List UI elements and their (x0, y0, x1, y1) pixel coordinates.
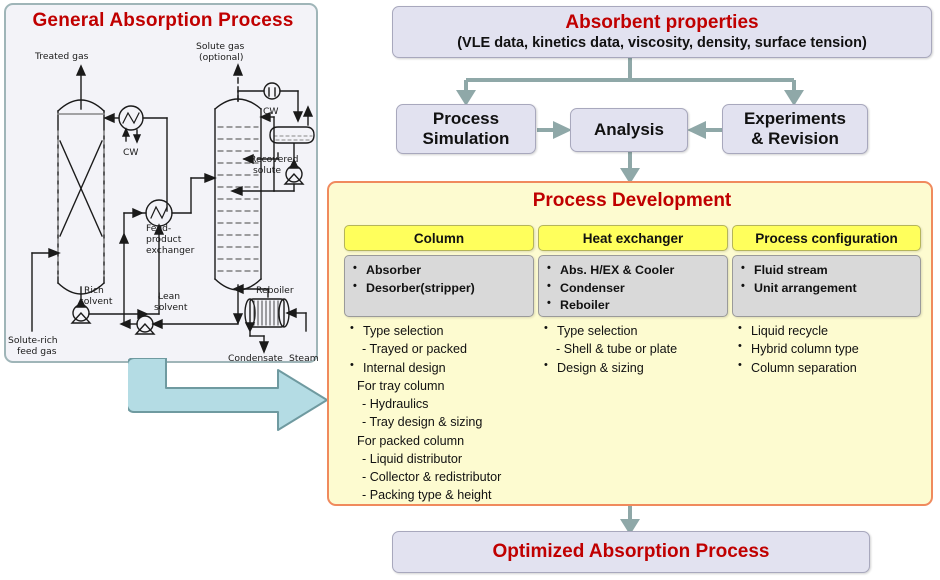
pfd-label-rich-solvent-2: solvent (79, 296, 113, 307)
pd-column-heat-exchanger: Heat exchanger Abs. H/EX & Cooler Conden… (538, 225, 728, 377)
pfd-label-recovered-solute-2: solute (253, 165, 281, 176)
pfd-label-lean-solvent-1: Lean (158, 291, 180, 302)
pfd-label-feed-gas-2: feed gas (17, 346, 57, 357)
general-absorption-process-panel: General Absorption Process Treated gas S… (4, 3, 319, 363)
pd-header-heat-exchanger[interactable]: Heat exchanger (538, 225, 728, 251)
absorbent-properties-title: Absorbent properties (565, 11, 759, 33)
pfd-label-solute-gas: Solute gas (196, 41, 244, 52)
process-simulation-line1: Process (432, 108, 500, 128)
list-item: Design & sizing (542, 357, 728, 377)
pfd-label-cw-left: CW (123, 147, 139, 158)
pd-items-process-configuration: Fluid stream Unit arrangement (732, 255, 921, 317)
pd-header-column[interactable]: Column (344, 225, 534, 251)
page-title: General Absorption Process (32, 10, 294, 31)
pd-column-process-configuration: Process configuration Fluid stream Unit … (732, 225, 921, 377)
pd-details-column: Type selection - Trayed or packed Intern… (344, 321, 534, 505)
absorbent-properties-box[interactable]: Absorbent properties (VLE data, kinetics… (392, 6, 932, 58)
process-simulation-line2: Simulation (422, 129, 510, 148)
pfd-label-treated-gas: Treated gas (34, 51, 89, 62)
list-item: - Packing type & height (362, 488, 492, 503)
pfd-label-solute-gas-optional: (optional) (199, 52, 243, 63)
list-item: - Trayed or packed (362, 342, 467, 357)
list-item: Unit arrangement (741, 279, 916, 298)
list-item: Internal design (348, 357, 534, 377)
left-to-process-development-arrow (128, 358, 328, 431)
process-development-title: Process Development (532, 190, 732, 211)
list-item: For tray column (357, 378, 445, 393)
list-item: - Collector & redistributor (362, 470, 502, 484)
optimized-title: Optimized Absorption Process (492, 541, 770, 563)
list-item: - Tray design & sizing (362, 415, 483, 430)
list-item: Absorber (353, 261, 529, 280)
experiments-revision-box[interactable]: Experiments & Revision (722, 104, 868, 154)
list-item: - Liquid distributor (362, 451, 463, 466)
pd-column-column: Column Absorber Desorber(stripper) Type … (344, 225, 534, 505)
pfd-label-feed-gas-1: Solute-rich (8, 335, 58, 346)
pd-items-heat-exchanger: Abs. H/EX & Cooler Condenser Reboiler (538, 255, 728, 317)
analysis-box[interactable]: Analysis (570, 108, 688, 152)
pfd-label-cw-right: CW (263, 106, 279, 117)
list-item: Fluid stream (741, 261, 916, 280)
list-item: Condenser (547, 279, 723, 298)
process-simulation-box[interactable]: Process Simulation (396, 104, 536, 154)
list-item: Column separation (736, 357, 921, 377)
absorbent-properties-subtitle: (VLE data, kinetics data, viscosity, den… (457, 34, 867, 51)
list-item: - Shell & tube or plate (556, 342, 678, 357)
list-item: Liquid recycle (736, 321, 921, 340)
pfd-label-reboiler: Reboiler (256, 285, 294, 296)
experiments-line1: Experiments (743, 108, 847, 128)
process-development-panel: Process Development Column Absorber Deso… (327, 181, 933, 506)
pd-details-process-configuration: Liquid recycle Hybrid column type Column… (732, 321, 921, 377)
list-item: Type selection (348, 321, 534, 340)
list-item: Reboiler (547, 296, 723, 315)
pd-items-column: Absorber Desorber(stripper) (344, 255, 534, 317)
list-item: Abs. H/EX & Cooler (547, 261, 723, 280)
diagram-root: General Absorption Process Treated gas S… (0, 0, 940, 580)
optimized-absorption-process-box[interactable]: Optimized Absorption Process (392, 531, 870, 573)
list-item: Type selection (542, 321, 728, 340)
list-item: Hybrid column type (736, 339, 921, 358)
pd-details-heat-exchanger: Type selection - Shell & tube or plate D… (538, 321, 728, 377)
list-item: For packed column (357, 433, 465, 448)
pfd-label-recovered-solute-1: Recovered (250, 154, 298, 165)
experiments-line2: & Revision (751, 129, 839, 148)
pfd-label-fpx-2: product (146, 234, 182, 245)
list-item: Desorber(stripper) (353, 279, 529, 298)
pfd-label-fpx-3: exchanger (146, 245, 195, 256)
analysis-label: Analysis (594, 119, 664, 139)
list-item: - Hydraulics (362, 397, 429, 411)
pd-header-process-configuration[interactable]: Process configuration (732, 225, 921, 251)
pfd-label-rich-solvent-1: Rich (84, 285, 104, 296)
pfd-label-fpx-1: Feed- (146, 223, 171, 234)
process-flow-diagram: Treated gas Solute gas (optional) CW CW … (8, 41, 319, 361)
pfd-label-lean-solvent-2: solvent (154, 302, 188, 313)
